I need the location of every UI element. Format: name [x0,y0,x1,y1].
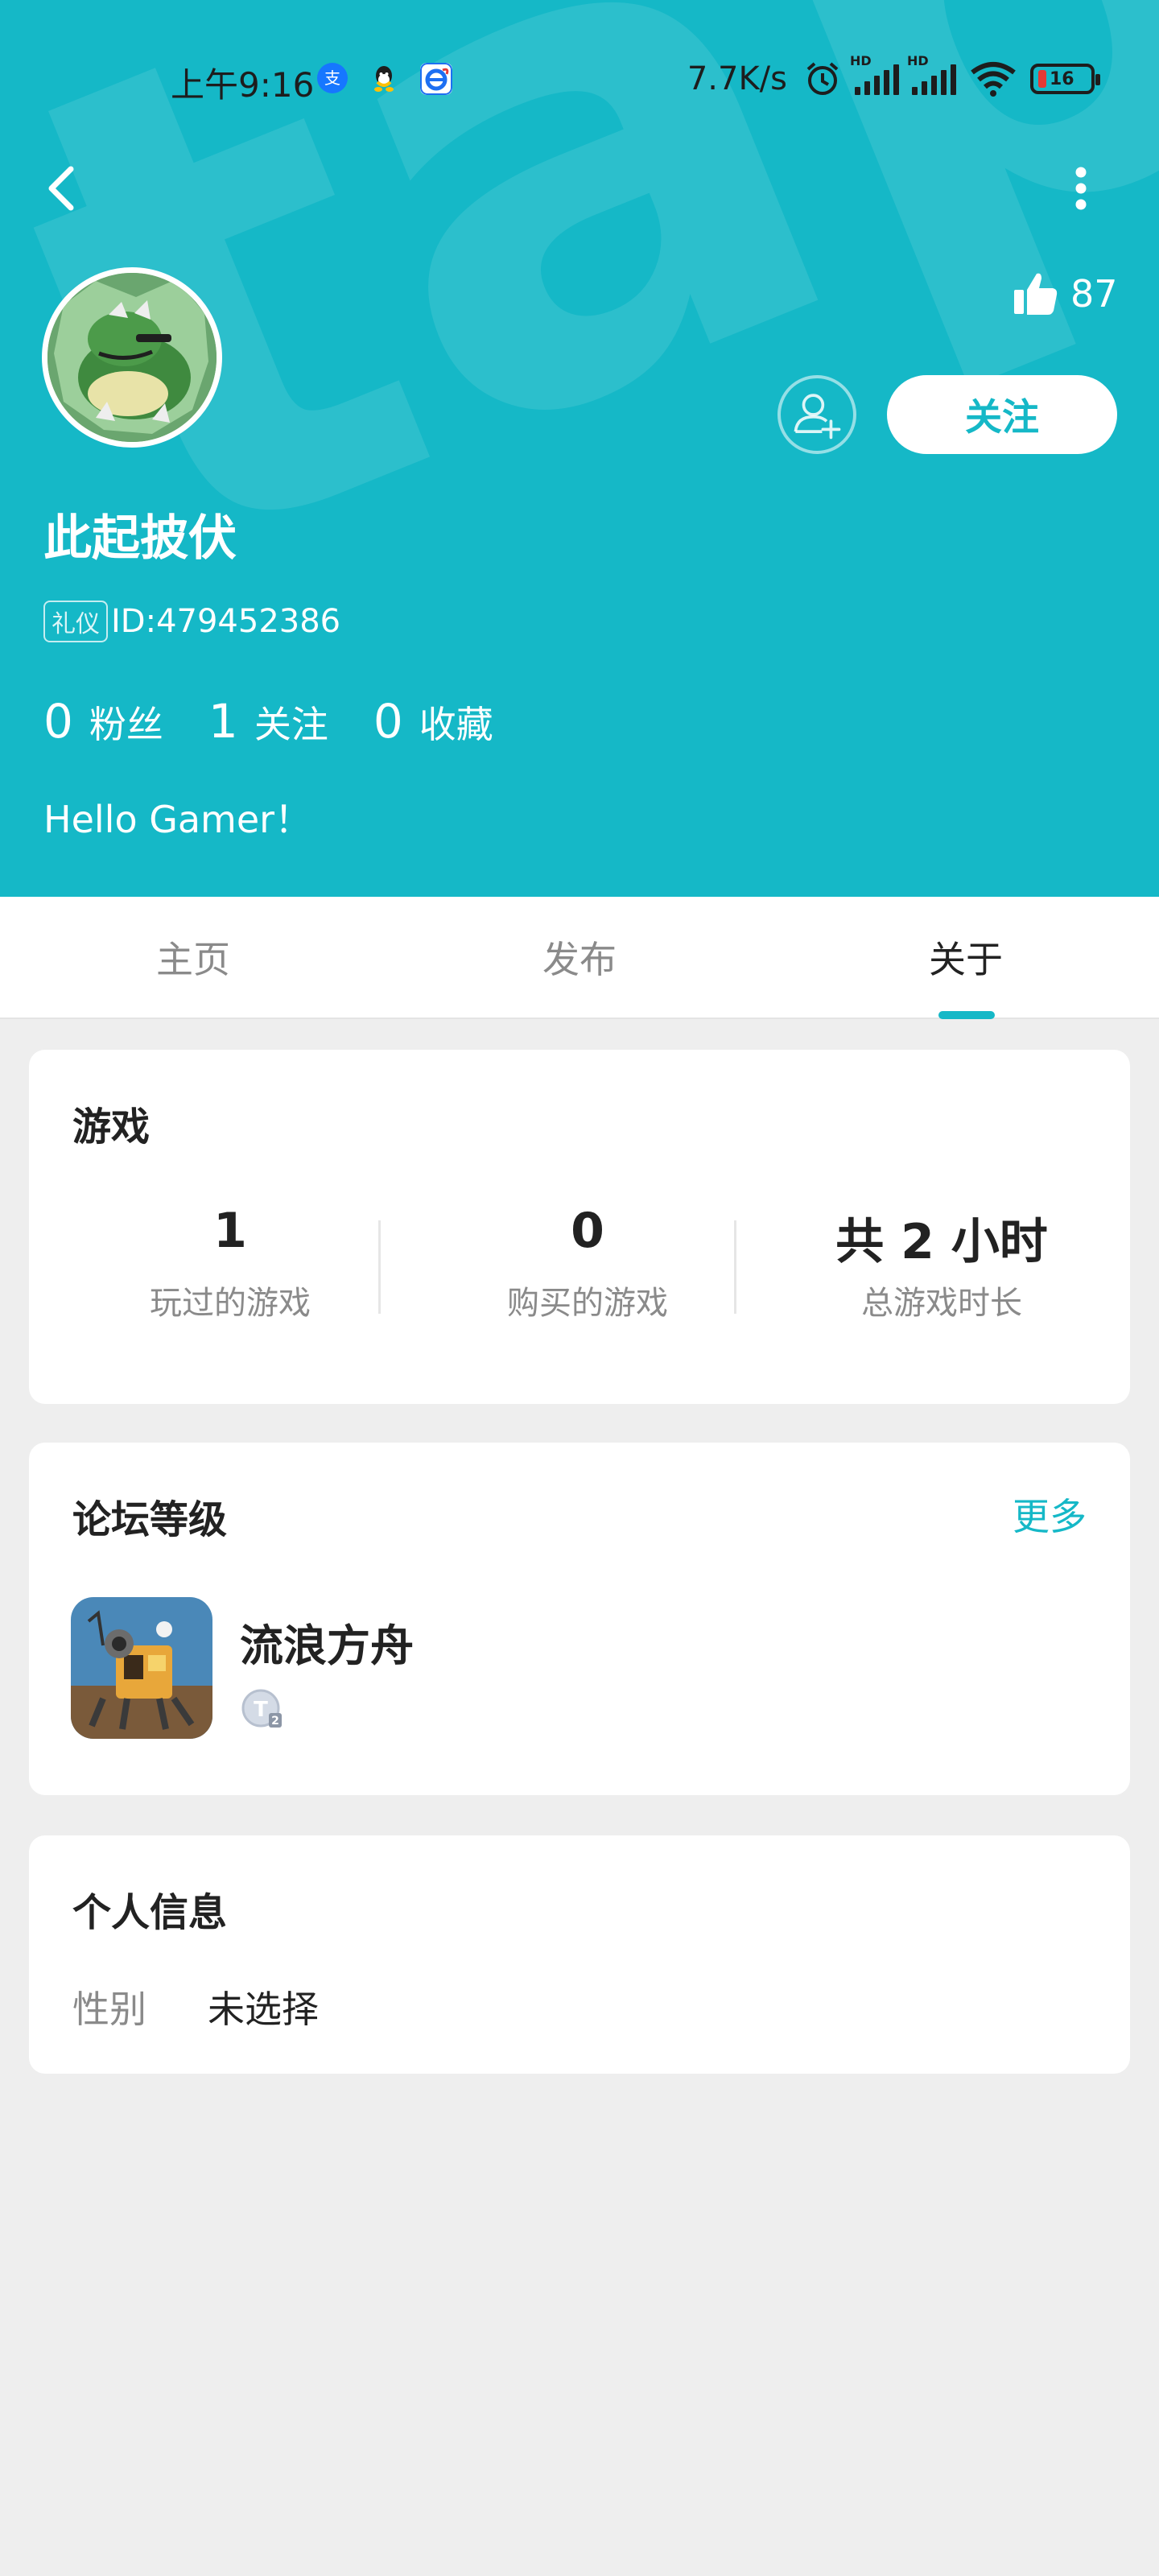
tab-home[interactable]: 主页 [72,897,314,1018]
username: 此起披伏 [43,510,237,567]
add-friend-button[interactable] [777,375,856,454]
level-badge-icon: T 2 [241,1689,282,1728]
gender-label: 性别 [72,1988,146,2031]
etiquette-badge[interactable]: 礼仪 [43,601,108,642]
profile-header: tapTap 上午9:16 支 7.7K/s HD [0,0,1159,897]
played-games-count: 1 [213,1203,247,1259]
user-bio: Hello Gamer！ [43,798,312,841]
played-games-stat[interactable]: 1 玩过的游戏 [53,1203,407,1323]
battery-icon: 16 [1030,64,1100,94]
purchased-games-count: 0 [571,1203,604,1259]
more-link[interactable]: 更多 [1013,1488,1087,1541]
played-games-label: 玩过的游戏 [150,1285,311,1322]
forum-level-title: 论坛等级 [72,1497,228,1542]
stat-followers[interactable]: 0 粉丝 [43,694,163,749]
more-menu-button[interactable] [1061,156,1101,221]
id-row: 礼仪 ID:479452386 [43,601,340,642]
games-title: 游戏 [72,1104,151,1150]
user-id: ID:479452386 [111,603,341,640]
divider [378,1220,381,1314]
status-right: 7.7K/s HD HD 16 [687,53,1100,101]
personal-info-card: 个人信息 性别 未选择 [29,1835,1130,2074]
divider [734,1220,736,1314]
like-button[interactable]: 87 [1013,266,1118,322]
tab-about[interactable]: 关于 [845,897,1087,1018]
gender-value: 未选择 [208,1988,319,2031]
profile-tabs: 主页 发布 关于 [0,897,1159,1019]
total-playtime-stat[interactable]: 共 2 小时 总游戏时长 [765,1203,1119,1323]
svg-text:2: 2 [271,1715,279,1728]
follow-button[interactable]: 关注 [887,375,1117,454]
personal-info-title: 个人信息 [72,1890,228,1935]
total-playtime-value: 共 2 小时 [835,1214,1048,1270]
hd-signal-icon: HD [850,53,899,95]
like-count: 87 [1070,272,1118,316]
svg-text:T: T [254,1698,268,1722]
purchased-games-label: 购买的游戏 [507,1285,668,1322]
total-playtime-label: 总游戏时长 [861,1285,1022,1322]
status-time: 上午9:16 [171,65,315,105]
social-stats: 0 粉丝 1 关注 0 收藏 [43,694,538,749]
stat-favorites[interactable]: 0 收藏 [373,694,493,749]
tab-active-indicator [938,1011,995,1019]
browser-icon [420,63,452,95]
game-name[interactable]: 流浪方舟 [240,1610,414,1674]
thumbs-up-icon [1014,273,1058,315]
alarm-icon [806,62,839,95]
net-speed: 7.7K/s [687,60,787,97]
wifi-icon [971,62,1016,97]
games-card: 游戏 1 玩过的游戏 0 购买的游戏 共 2 小时 总游戏时长 [29,1050,1130,1404]
game-icon[interactable] [71,1597,212,1739]
avatar-dinosaur-icon [47,273,217,442]
tab-posts[interactable]: 发布 [459,897,700,1018]
hd-signal-icon: HD [907,53,956,95]
alipay-icon: 支 [317,63,348,93]
purchased-games-stat[interactable]: 0 购买的游戏 [410,1203,765,1323]
back-button[interactable] [35,156,92,221]
forum-level-card: 论坛等级 更多 流浪方舟 T 2 [29,1443,1130,1795]
qq-icon [374,66,394,92]
status-bar: 上午9:16 支 7.7K/s HD HD 16 [0,0,1159,161]
stat-following[interactable]: 1 关注 [208,694,328,749]
avatar[interactable] [42,267,222,448]
